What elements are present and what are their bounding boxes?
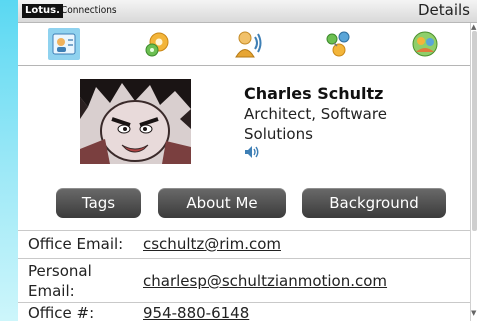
- tab-activities[interactable]: [141, 28, 173, 60]
- contact-title: Architect, Software Solutions: [244, 105, 387, 143]
- title-bar: Lotus. Connections Details: [18, 0, 477, 23]
- scroll-down-icon[interactable]: ▼: [471, 309, 476, 317]
- scroll-thumb[interactable]: [472, 31, 477, 231]
- personal-email-label-line2: Email:: [28, 282, 75, 300]
- about-me-button[interactable]: About Me: [158, 188, 286, 218]
- profile-card-icon: [52, 33, 76, 55]
- communities-icon: [412, 31, 438, 57]
- scrollbar[interactable]: ▲ ▼: [470, 23, 477, 321]
- tab-profile[interactable]: [48, 28, 80, 60]
- activities-gear-icon: [145, 32, 169, 57]
- office-email-label: Office Email:: [28, 235, 124, 253]
- tab-bar: [18, 23, 470, 66]
- tab-person-audio[interactable]: [232, 28, 264, 60]
- office-phone-label: Office #:: [28, 304, 95, 321]
- profile-photo: [80, 79, 191, 164]
- contact-name: Charles Schultz: [244, 84, 384, 103]
- tab-communities[interactable]: [409, 28, 441, 60]
- tags-button[interactable]: Tags: [56, 188, 141, 218]
- office-phone-link[interactable]: 954-880-6148: [143, 304, 249, 321]
- person-audio-icon: [235, 31, 262, 58]
- tab-network[interactable]: [322, 28, 354, 60]
- speaker-icon[interactable]: [244, 145, 260, 159]
- app-screen: Lotus. Connections Details Charles Schul…: [18, 0, 477, 321]
- office-phone-row: Office #: 954-880-6148: [18, 302, 470, 321]
- screen-title: Details: [417, 1, 470, 19]
- lotus-logo: Lotus.: [22, 4, 63, 18]
- personal-email-row: Personal Email: charlesp@schultzianmotio…: [18, 258, 470, 305]
- app-name: Connections: [61, 5, 117, 16]
- personal-email-label-line1: Personal: [28, 262, 92, 280]
- personal-email-link[interactable]: charlesp@schultzianmotion.com: [143, 272, 387, 290]
- network-people-icon: [326, 31, 350, 57]
- scroll-up-icon[interactable]: ▲: [471, 23, 476, 31]
- background-button[interactable]: Background: [302, 188, 446, 218]
- office-email-link[interactable]: cschultz@rim.com: [143, 235, 281, 253]
- office-email-row: Office Email: cschultz@rim.com: [18, 230, 470, 258]
